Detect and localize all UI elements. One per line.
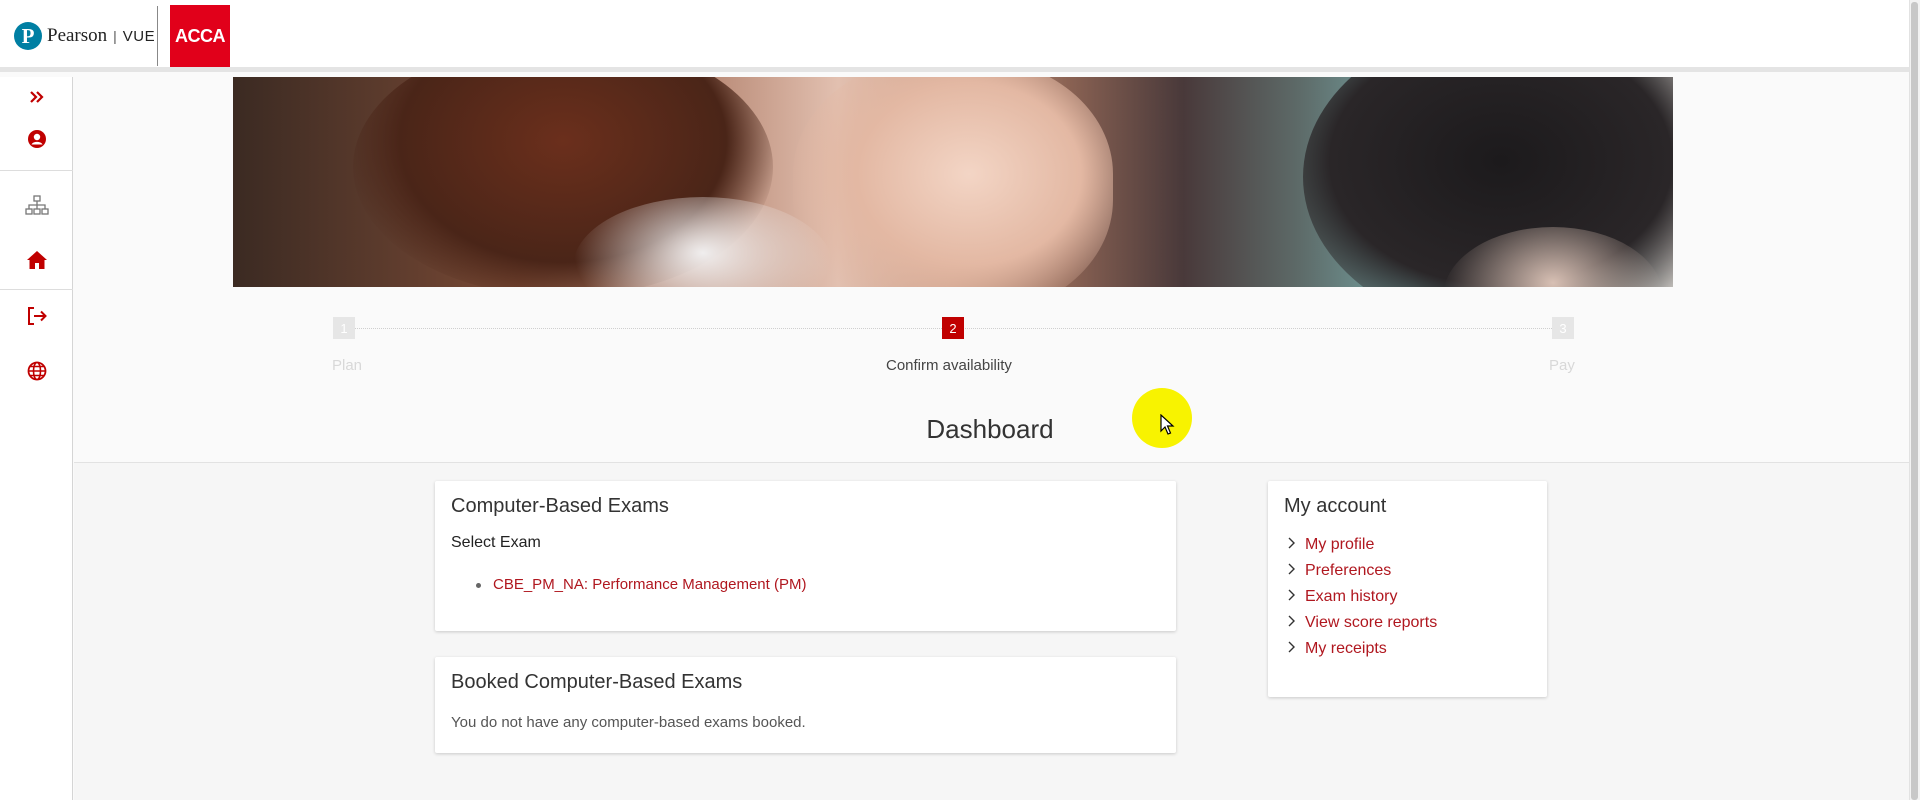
no-booked-exams-message: You do not have any computer-based exams… (451, 714, 806, 731)
logo-separator: | (113, 28, 117, 44)
chevron-right-icon (1288, 589, 1295, 601)
chevron-right-icon (1288, 641, 1295, 653)
acca-logo[interactable]: ACCA (170, 5, 230, 67)
step-1-number: 1 (333, 317, 355, 339)
chevron-right-icon (1288, 563, 1295, 575)
computer-based-exams-card: Computer-Based Exams Select Exam CBE_PM_… (435, 481, 1176, 631)
booked-card-title: Booked Computer-Based Exams (451, 671, 743, 693)
sidebar-expand-button[interactable] (0, 77, 73, 117)
step-2-label: Confirm availability (886, 357, 1012, 374)
sign-out-icon (27, 307, 47, 325)
top-header: P Pearson | VUE ACCA (0, 0, 1915, 72)
sidebar-item-language[interactable] (0, 351, 73, 391)
mouse-pointer-icon (1160, 414, 1175, 435)
step-1-label: Plan (332, 357, 363, 374)
globe-icon (27, 361, 46, 381)
hero-banner-image (233, 77, 1673, 287)
chevron-right-icon (1288, 615, 1295, 627)
acca-wordmark: ACCA (175, 25, 226, 46)
pearson-logo-icon: P (14, 22, 42, 50)
view-score-reports-link[interactable]: View score reports (1305, 614, 1437, 632)
sidebar-separator (0, 170, 73, 171)
exam-history-link[interactable]: Exam history (1305, 588, 1397, 606)
vue-wordmark: VUE (122, 27, 156, 45)
step-3-number: 3 (1552, 317, 1574, 339)
chevron-right-icon (1288, 537, 1295, 549)
my-account-title: My account (1284, 495, 1387, 517)
sidebar (0, 77, 73, 800)
sidebar-item-sign-out[interactable] (0, 296, 73, 336)
cbe-card-title: Computer-Based Exams (451, 495, 669, 517)
step-2-number: 2 (942, 317, 964, 339)
pearson-vue-logo[interactable]: P Pearson | VUE (14, 22, 155, 50)
sitemap-icon (24, 195, 49, 215)
expand-chevrons-icon (29, 91, 44, 103)
my-receipts-link[interactable]: My receipts (1305, 640, 1387, 658)
sidebar-item-profile[interactable] (0, 119, 73, 159)
pearson-wordmark: Pearson (47, 25, 108, 46)
sidebar-item-home[interactable] (0, 240, 73, 280)
sidebar-item-sitemap[interactable] (0, 185, 73, 225)
preferences-link[interactable]: Preferences (1305, 562, 1391, 580)
user-icon (27, 130, 46, 148)
home-icon (26, 251, 47, 269)
logo-divider (157, 6, 158, 66)
scrollbar-thumb[interactable] (1911, 2, 1918, 800)
sidebar-separator (0, 289, 73, 290)
page-title: Dashboard (926, 414, 1054, 444)
booked-exams-card: Booked Computer-Based Exams You do not h… (435, 657, 1176, 753)
step-3-label: Pay (1549, 357, 1575, 374)
list-bullet (476, 583, 481, 588)
my-account-card: My account My profile Preferences Exam h… (1268, 481, 1547, 697)
my-profile-link[interactable]: My profile (1305, 536, 1374, 554)
select-exam-label: Select Exam (451, 534, 541, 551)
exam-link-cbe-pm-na[interactable]: CBE_PM_NA: Performance Management (PM) (493, 576, 806, 593)
hero-figure-face (793, 77, 1113, 287)
